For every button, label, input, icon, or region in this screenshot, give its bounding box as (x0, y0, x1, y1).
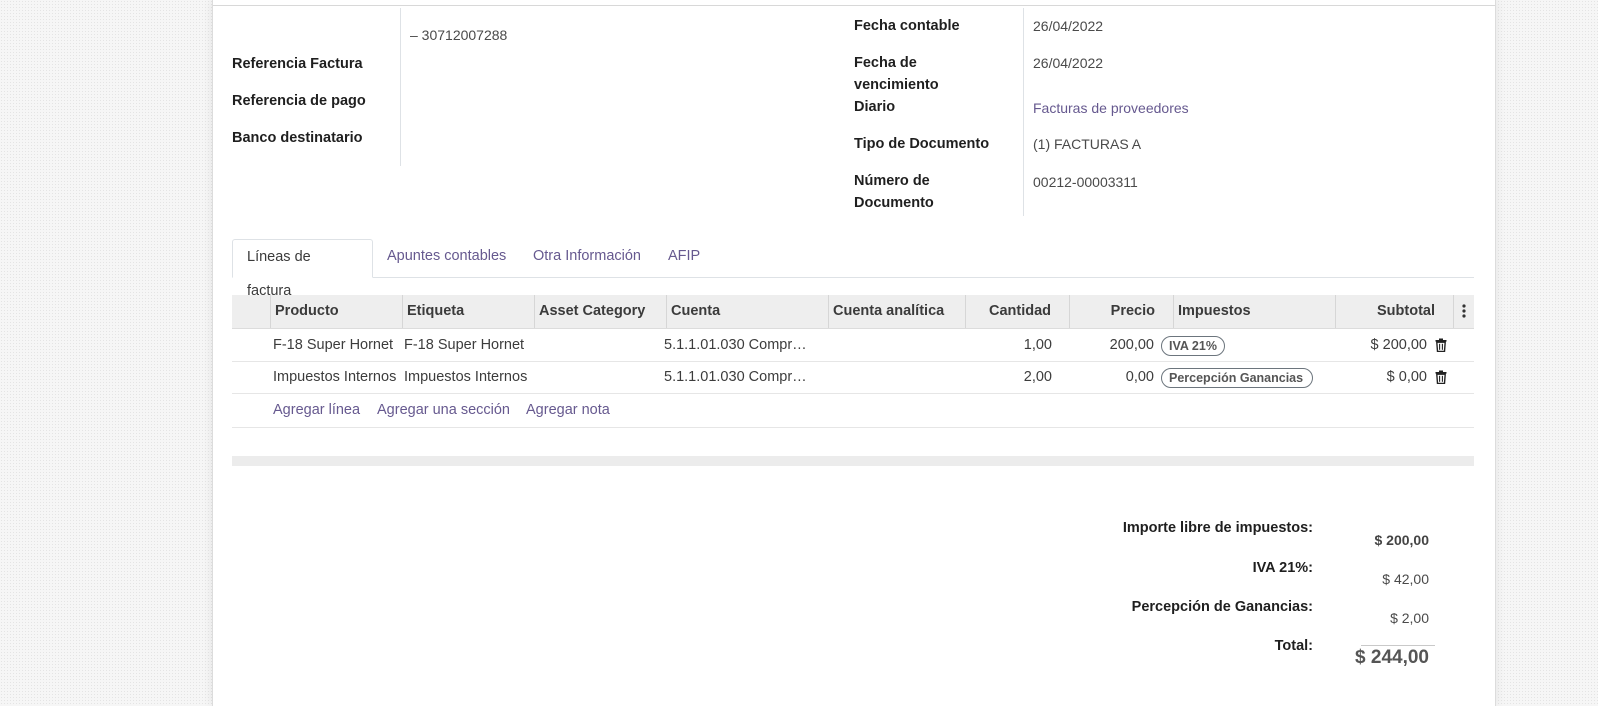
partner-vat: – 30712007288 (410, 27, 508, 43)
add-note-link[interactable]: Agregar nota (526, 394, 610, 426)
cell-cuenta[interactable]: 5.1.1.01.030 Compras de mercaderías (664, 361, 814, 393)
tab-apuntes-contables[interactable]: Apuntes contables (373, 239, 520, 277)
tipo-documento-field[interactable]: (1) FACTURAS A (1033, 136, 1141, 152)
table-row[interactable]: F-18 Super Hornet F-18 Super Hornet 5.1.… (232, 329, 1474, 362)
cell-asset-category[interactable] (536, 329, 664, 361)
cell-cuenta-analitica[interactable] (830, 329, 960, 361)
col-cantidad[interactable]: Cantidad (965, 295, 1069, 328)
total-iva-value: $ 42,00 (1382, 571, 1429, 587)
cell-cantidad[interactable]: 1,00 (965, 329, 1052, 361)
trash-icon[interactable] (1434, 338, 1448, 352)
col-asset-category[interactable]: Asset Category (534, 295, 666, 328)
right-field-separator (1023, 8, 1024, 216)
cell-subtotal: $ 0,00 (1386, 369, 1427, 385)
label-referencia-pago: Referencia de pago (232, 93, 366, 109)
total-amount-value: $ 244,00 (1355, 647, 1429, 668)
total-untaxed-label: Importe libre de impuestos: (1122, 520, 1313, 536)
label-tipo-documento: Tipo de Documento (854, 136, 990, 152)
total-ganancias-value: $ 2,00 (1390, 610, 1429, 626)
total-ganancias-label: Percepción de Ganancias: (1131, 599, 1313, 615)
cell-producto[interactable]: Impuestos Internos (273, 361, 401, 393)
table-footer-bar (232, 456, 1474, 466)
col-etiqueta[interactable]: Etiqueta (402, 295, 534, 328)
total-iva-label: IVA 21%: (1252, 560, 1313, 576)
add-line-link[interactable]: Agregar línea (273, 394, 360, 426)
cell-producto[interactable]: F-18 Super Hornet (273, 329, 401, 361)
col-subtotal[interactable]: Subtotal (1335, 295, 1453, 328)
cell-cuenta[interactable]: 5.1.1.01.030 Compras de mercaderías (664, 329, 814, 361)
diario-link[interactable]: Facturas de proveedores (1033, 100, 1189, 116)
cell-subtotal: $ 200,00 (1370, 337, 1427, 353)
label-banco-destinatario: Banco destinatario (232, 130, 363, 146)
sheet-top-border (213, 5, 1495, 6)
total-divider (1361, 645, 1435, 646)
cell-etiqueta[interactable]: F-18 Super Hornet (404, 329, 532, 361)
cell-etiqueta[interactable]: Impuestos Internos (404, 361, 532, 393)
numero-documento-field[interactable]: 00212-00003311 (1033, 174, 1138, 190)
cell-precio[interactable]: 0,00 (1069, 361, 1154, 393)
vertical-dots-icon (1462, 304, 1466, 318)
total-untaxed-value: $ 200,00 (1374, 532, 1430, 548)
tax-tag[interactable]: IVA 21% (1161, 336, 1225, 356)
form-sheet: – 30712007288 Referencia Factura Referen… (212, 0, 1496, 706)
fecha-contable-field[interactable]: 26/04/2022 (1033, 18, 1103, 34)
col-producto[interactable]: Producto (270, 295, 402, 328)
cell-cuenta-analitica[interactable] (830, 361, 960, 393)
total-label: Total: (1274, 638, 1313, 654)
cell-precio[interactable]: 200,00 (1069, 329, 1154, 361)
add-actions-row: Agregar línea Agregar una sección Agrega… (232, 394, 1474, 428)
notebook-tabs: Líneas de factura Apuntes contables Otra… (232, 239, 1474, 299)
cell-cantidad[interactable]: 2,00 (965, 361, 1052, 393)
col-cuenta[interactable]: Cuenta (666, 295, 828, 328)
label-fecha-vencimiento: Fecha de vencimiento (854, 55, 939, 93)
label-diario: Diario (854, 99, 896, 115)
tab-otra-informacion[interactable]: Otra Información (519, 239, 655, 277)
tab-lineas-factura[interactable]: Líneas de factura (232, 239, 373, 299)
trash-icon[interactable] (1434, 370, 1448, 384)
left-field-separator (400, 8, 401, 166)
add-section-link[interactable]: Agregar una sección (377, 394, 510, 426)
fecha-vencimiento-field[interactable]: 26/04/2022 (1033, 55, 1103, 71)
col-cuenta-analitica[interactable]: Cuenta analítica (828, 295, 965, 328)
label-fecha-contable: Fecha contable (854, 18, 960, 34)
col-precio[interactable]: Precio (1069, 295, 1173, 328)
optional-columns-toggle[interactable] (1453, 295, 1474, 328)
tab-afip[interactable]: AFIP (654, 239, 714, 277)
totals-labels: Importe libre de impuestos: IVA 21%: Per… (1013, 520, 1313, 700)
cell-asset-category[interactable] (536, 361, 664, 393)
table-row[interactable]: Impuestos Internos Impuestos Internos 5.… (232, 361, 1474, 394)
label-numero-documento: Número de Documento (854, 173, 934, 211)
col-impuestos[interactable]: Impuestos (1173, 295, 1335, 328)
label-referencia-factura: Referencia Factura (232, 56, 363, 72)
invoice-lines-header: Producto Etiqueta Asset Category Cuenta … (232, 295, 1474, 329)
tax-tag[interactable]: Percepción Ganancias (1161, 368, 1313, 388)
